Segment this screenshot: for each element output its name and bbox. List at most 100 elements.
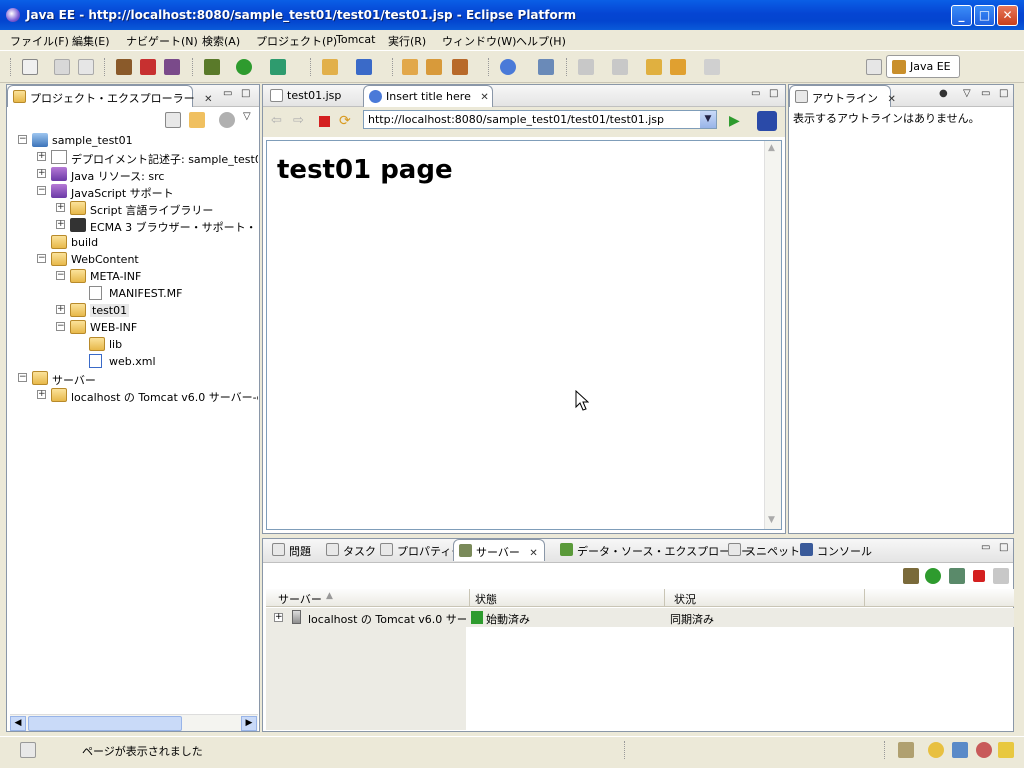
tools-icon[interactable]	[538, 59, 554, 75]
stop-icon[interactable]	[319, 116, 330, 127]
tab-project-explorer[interactable]: プロジェクト・エクスプローラー ✕	[7, 85, 213, 107]
web-browser-icon[interactable]	[500, 59, 516, 75]
expand-toggle[interactable]: +	[274, 613, 283, 622]
collapse-toggle[interactable]: −	[18, 373, 27, 382]
open-type-icon[interactable]	[402, 59, 418, 75]
collapse-toggle[interactable]: −	[18, 135, 27, 144]
scroll-down-icon[interactable]: ▼	[768, 515, 775, 525]
profile-server-icon[interactable]	[949, 568, 965, 584]
collapse-toggle[interactable]: −	[56, 271, 65, 280]
menu-project[interactable]: プロジェクト(P)	[256, 33, 337, 49]
tab-problems[interactable]: 問題	[267, 539, 319, 561]
publish-icon[interactable]	[993, 568, 1009, 584]
forward-arrow-icon[interactable]: ⇨	[293, 113, 304, 128]
debug-server-icon[interactable]	[903, 568, 919, 584]
save-icon[interactable]	[54, 59, 70, 75]
chevron-down-icon[interactable]: ▽	[243, 111, 251, 122]
close-icon[interactable]: ✕	[480, 92, 488, 103]
new-icon[interactable]	[22, 59, 38, 75]
expand-toggle[interactable]: +	[37, 152, 46, 161]
menu-run[interactable]: 実行(R)	[388, 33, 426, 49]
collapse-toggle[interactable]: −	[37, 254, 46, 263]
search-icon[interactable]	[452, 59, 468, 75]
star-icon[interactable]	[998, 742, 1014, 758]
last-edit-location-icon[interactable]	[646, 59, 662, 75]
close-icon[interactable]: ✕	[204, 94, 212, 105]
previous-annotation-icon[interactable]	[612, 59, 628, 75]
restart-server-icon[interactable]	[164, 59, 180, 75]
menu-edit[interactable]: 編集(E)	[72, 33, 110, 49]
column-header-status[interactable]: 状況	[674, 591, 696, 607]
search-icon[interactable]	[928, 742, 944, 758]
maximize-view-icon[interactable]: □	[769, 88, 778, 99]
menu-window[interactable]: ウィンドウ(W)	[442, 33, 516, 49]
view-menu-icon[interactable]: ●	[939, 88, 948, 99]
monitor-icon[interactable]	[952, 742, 968, 758]
debug-icon[interactable]	[204, 59, 220, 75]
collapse-toggle[interactable]: −	[56, 322, 65, 331]
menu-help[interactable]: ヘルプ(H)	[516, 33, 566, 49]
menu-tomcat[interactable]: Tomcat	[336, 33, 375, 46]
new-server-icon[interactable]	[322, 59, 338, 75]
column-divider[interactable]	[664, 589, 665, 607]
menu-file[interactable]: ファイル(F)	[10, 33, 69, 49]
start-server-icon[interactable]	[116, 59, 132, 75]
expand-toggle[interactable]: +	[37, 169, 46, 178]
minimize-button[interactable]: _	[951, 5, 972, 26]
print-icon[interactable]	[78, 59, 94, 75]
perspective-switcher[interactable]: Java EE	[886, 55, 960, 78]
tab-servers[interactable]: サーバー ✕	[453, 539, 545, 561]
expand-toggle[interactable]: +	[56, 203, 65, 212]
column-header-state[interactable]: 状態	[475, 591, 497, 607]
title-bar[interactable]: Java EE - http://localhost:8080/sample_t…	[0, 0, 1024, 30]
tab-tasks[interactable]: タスク	[321, 539, 376, 561]
tab-outline[interactable]: アウトライン ✕	[789, 85, 896, 107]
tab-data-source-explorer[interactable]: データ・ソース・エクスプローラー	[555, 539, 752, 561]
next-annotation-icon[interactable]	[578, 59, 594, 75]
expand-toggle[interactable]: +	[56, 305, 65, 314]
url-input[interactable]: http://localhost:8080/sample_test01/test…	[363, 110, 717, 129]
expand-toggle[interactable]: +	[37, 390, 46, 399]
fast-view-icon[interactable]	[20, 742, 36, 758]
close-icon[interactable]: ✕	[888, 94, 896, 105]
stop-server-icon[interactable]	[973, 570, 985, 582]
back-arrow-icon[interactable]: ⇦	[271, 113, 282, 128]
open-perspective-icon[interactable]	[866, 59, 882, 75]
horizontal-scrollbar[interactable]: ◀ ▶	[10, 714, 258, 731]
new-web-service-icon[interactable]	[356, 59, 372, 75]
refresh-icon[interactable]: ⟳	[339, 113, 351, 129]
stop-server-icon[interactable]	[140, 59, 156, 75]
collapse-toggle[interactable]: −	[37, 186, 46, 195]
close-button[interactable]: ✕	[997, 5, 1018, 26]
column-divider[interactable]	[469, 589, 470, 607]
close-icon[interactable]: ✕	[529, 548, 537, 559]
external-tools-icon[interactable]	[270, 59, 286, 75]
chevron-down-icon[interactable]: ▽	[963, 88, 971, 99]
minimize-view-icon[interactable]: ▭	[981, 88, 990, 99]
scroll-left-icon[interactable]: ◀	[10, 716, 26, 731]
scroll-thumb[interactable]	[28, 716, 182, 731]
tab-test01-jsp[interactable]: test01.jsp	[265, 85, 355, 107]
forward-arrow-icon[interactable]	[704, 59, 720, 75]
maximize-view-icon[interactable]: □	[241, 88, 250, 99]
column-header-server[interactable]: サーバー	[278, 591, 322, 607]
menu-search[interactable]: 検索(A)	[202, 33, 240, 49]
maximize-view-icon[interactable]: □	[999, 88, 1008, 99]
connections-icon[interactable]	[976, 742, 992, 758]
table-row[interactable]: + localhost の Tomcat v6.0 サーバ 始動済み 同期済み	[266, 608, 1014, 627]
hand-icon[interactable]	[898, 742, 914, 758]
scroll-right-icon[interactable]: ▶	[241, 716, 257, 731]
go-icon[interactable]: ▶	[729, 113, 740, 129]
minimize-view-icon[interactable]: ▭	[751, 88, 760, 99]
maximize-button[interactable]: □	[974, 5, 995, 26]
start-server-icon[interactable]	[925, 568, 941, 584]
column-divider[interactable]	[864, 589, 865, 607]
scroll-up-icon[interactable]: ▲	[768, 143, 775, 153]
link-with-editor-icon[interactable]	[189, 112, 205, 128]
expand-toggle[interactable]: +	[56, 220, 65, 229]
tab-console[interactable]: コンソール	[795, 539, 872, 561]
tab-insert-title-here[interactable]: Insert title here ✕	[363, 85, 493, 107]
tab-properties[interactable]: プロパティー	[375, 539, 462, 561]
web-browser-icon[interactable]	[757, 111, 777, 131]
collapse-all-icon[interactable]	[165, 112, 181, 128]
